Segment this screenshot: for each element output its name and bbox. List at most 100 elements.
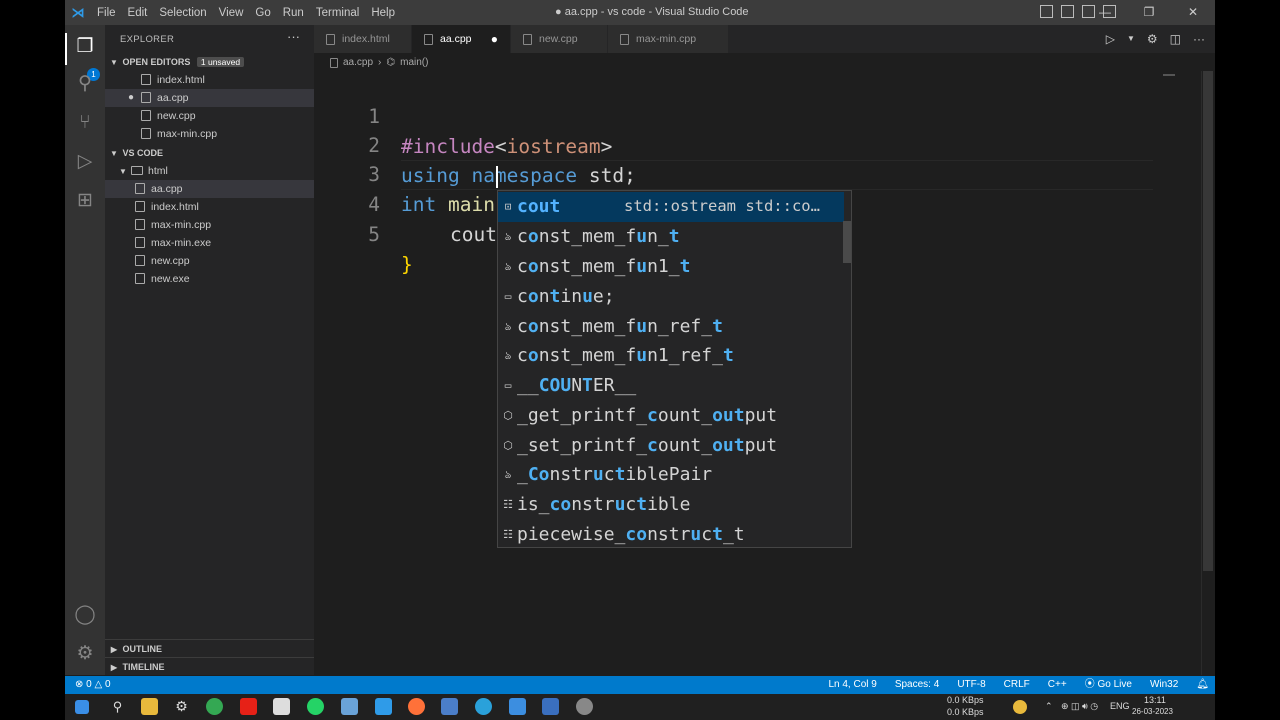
- file-item[interactable]: aa.cpp: [105, 180, 314, 198]
- source-control-icon[interactable]: ⑂: [73, 111, 97, 135]
- file-item[interactable]: new.exe: [105, 270, 314, 288]
- account-icon[interactable]: ◯: [73, 603, 97, 627]
- extensions-icon[interactable]: ⊞: [73, 189, 97, 213]
- chrome-icon[interactable]: [206, 698, 223, 715]
- menu-view[interactable]: View: [213, 7, 250, 19]
- cursor-position[interactable]: Ln 4, Col 9: [828, 676, 876, 694]
- file-label: new.cpp: [151, 255, 190, 267]
- menu-file[interactable]: File: [91, 7, 122, 19]
- modified-dot-icon[interactable]: ●: [491, 25, 498, 53]
- gear-icon[interactable]: ⚙: [1147, 25, 1158, 53]
- open-editors-section[interactable]: ▼ OPEN EDITORS 1 unsaved: [105, 53, 314, 71]
- maximize-icon[interactable]: ❐: [1127, 0, 1171, 25]
- line-content: using namespace std;: [401, 164, 636, 187]
- manage-gear-icon[interactable]: ⚙: [73, 642, 97, 666]
- suggestion-item[interactable]: ⬡ _set_printf_count_output: [498, 431, 844, 461]
- suggestion-item[interactable]: ▭ __COUNTER__: [498, 371, 844, 401]
- menu-help[interactable]: Help: [365, 7, 401, 19]
- telegram-icon[interactable]: [475, 698, 492, 715]
- app-icon[interactable]: [341, 698, 358, 715]
- minimize-icon[interactable]: —: [1083, 0, 1127, 25]
- file-explorer-icon[interactable]: [141, 698, 158, 715]
- breadcrumb-file[interactable]: aa.cpp: [343, 55, 373, 71]
- open-editor-item[interactable]: max-min.cpp: [105, 125, 314, 143]
- folder-item[interactable]: ▼ html: [105, 162, 314, 180]
- windows-start-icon[interactable]: [75, 700, 89, 714]
- suggestion-item[interactable]: ⬡ _get_printf_count_output: [498, 401, 844, 431]
- struct-icon: ☷: [503, 528, 513, 541]
- settings-gear-icon[interactable]: ⚙: [173, 698, 190, 715]
- chevron-down-icon[interactable]: ▼: [1127, 25, 1135, 53]
- search-icon[interactable]: ⚲: [109, 698, 126, 715]
- whatsapp-icon[interactable]: [307, 698, 324, 715]
- tray-chevron-up-icon[interactable]: ⌃: [1045, 701, 1053, 712]
- toggle-panel-icon[interactable]: [1061, 5, 1074, 18]
- menu-selection[interactable]: Selection: [153, 7, 212, 19]
- close-icon[interactable]: ✕: [1171, 0, 1215, 25]
- breadcrumb-symbol[interactable]: main(): [400, 55, 428, 71]
- toggle-sidebar-icon[interactable]: [1040, 5, 1053, 18]
- file-item[interactable]: index.html: [105, 198, 314, 216]
- menu-run[interactable]: Run: [277, 7, 310, 19]
- tab-max-min-cpp[interactable]: max-min.cpp: [608, 25, 728, 53]
- suggestion-item[interactable]: ঌ _ConstructiblePair: [498, 460, 844, 490]
- language-indicator[interactable]: ENG: [1110, 701, 1130, 711]
- suggestion-item[interactable]: ঌ const_mem_fun1_ref_t: [498, 341, 844, 371]
- suggestion-item[interactable]: ☷ piecewise_construct_t: [498, 520, 844, 550]
- scrollbar-thumb[interactable]: [1203, 71, 1213, 571]
- tab-aa-cpp[interactable]: aa.cpp ●: [412, 25, 510, 53]
- line-ending[interactable]: CRLF: [1004, 676, 1030, 694]
- store-icon[interactable]: [273, 698, 290, 715]
- firefox-icon[interactable]: [408, 698, 425, 715]
- editor-scrollbar[interactable]: [1201, 71, 1215, 675]
- app-icon[interactable]: [542, 698, 559, 715]
- more-actions-icon[interactable]: ···: [287, 29, 300, 44]
- vscode-taskbar-icon[interactable]: [375, 698, 392, 715]
- run-debug-icon[interactable]: ▷: [73, 150, 97, 174]
- suggestion-item[interactable]: ঌ const_mem_fun_ref_t: [498, 312, 844, 342]
- search-icon[interactable]: ⚲: [73, 72, 97, 96]
- encoding[interactable]: UTF-8: [957, 676, 985, 694]
- app-icon[interactable]: [576, 698, 593, 715]
- platform[interactable]: Win32: [1150, 676, 1178, 694]
- timeline-section[interactable]: ▶ TIMELINE: [105, 657, 314, 675]
- suggestion-item[interactable]: ঌ const_mem_fun_t: [498, 222, 844, 252]
- language-mode[interactable]: C++: [1048, 676, 1067, 694]
- broadcast-icon: ⦿: [1084, 679, 1095, 690]
- suggestion-item[interactable]: ⊡ cout std::ostream std::co…: [498, 192, 844, 222]
- suggestion-item[interactable]: ▭ continue;: [498, 282, 844, 312]
- tab-new-cpp[interactable]: new.cpp: [511, 25, 607, 53]
- suggestion-item[interactable]: ঌ const_mem_fun1_t: [498, 252, 844, 282]
- run-icon[interactable]: ▷: [1106, 25, 1115, 53]
- notifications-bell-icon[interactable]: 🔔︎: [1196, 676, 1209, 694]
- vscode-window: ⋊ File Edit Selection View Go Run Termin…: [65, 0, 1215, 720]
- file-item[interactable]: max-min.cpp: [105, 216, 314, 234]
- suggestion-item[interactable]: ☷ is_constructible: [498, 490, 844, 520]
- clock-time[interactable]: 13:11: [1144, 695, 1166, 705]
- weather-icon[interactable]: [1013, 700, 1027, 714]
- go-live-button[interactable]: ⦿ Go Live: [1085, 676, 1132, 694]
- menu-terminal[interactable]: Terminal: [310, 7, 365, 19]
- problems-indicator[interactable]: ⊗ 0 △ 0: [75, 676, 111, 694]
- more-actions-icon[interactable]: ···: [1193, 25, 1205, 53]
- workspace-section[interactable]: ▼ VS CODE: [105, 144, 314, 162]
- clock-date[interactable]: 26-03-2023: [1132, 707, 1173, 716]
- split-editor-icon[interactable]: ◫: [1170, 25, 1181, 53]
- open-editor-item[interactable]: new.cpp: [105, 107, 314, 125]
- file-item[interactable]: new.cpp: [105, 252, 314, 270]
- explorer-icon[interactable]: ❐: [73, 35, 97, 59]
- outline-section[interactable]: ▶ OUTLINE: [105, 639, 314, 657]
- suggestion-scrollbar[interactable]: [843, 221, 851, 263]
- mail-icon[interactable]: [509, 698, 526, 715]
- file-item[interactable]: max-min.exe: [105, 234, 314, 252]
- photos-icon[interactable]: [441, 698, 458, 715]
- tab-index-html[interactable]: index.html: [314, 25, 411, 53]
- indentation[interactable]: Spaces: 4: [895, 676, 939, 694]
- line-number: 5: [368, 223, 380, 246]
- menu-edit[interactable]: Edit: [122, 7, 154, 19]
- tray-icons[interactable]: ⊕ ◫ 🔊︎ ◷: [1061, 701, 1098, 712]
- open-editor-item[interactable]: ● aa.cpp: [105, 89, 314, 107]
- menu-go[interactable]: Go: [249, 7, 276, 19]
- youtube-icon[interactable]: [240, 698, 257, 715]
- open-editor-item[interactable]: index.html: [105, 71, 314, 89]
